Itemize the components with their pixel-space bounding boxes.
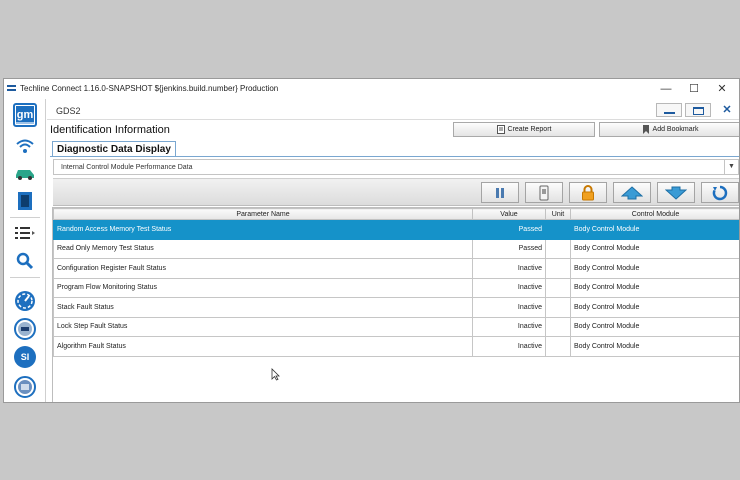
title-bar: Techline Connect 1.16.0-SNAPSHOT ${jenki…: [4, 79, 739, 99]
maximize-button[interactable]: ☐: [681, 82, 707, 96]
table-row[interactable]: Lock Step Fault Status Inactive Body Con…: [53, 316, 739, 337]
table-row[interactable]: Random Access Memory Test Status Passed …: [53, 219, 739, 240]
gauge-icon[interactable]: [11, 289, 39, 313]
column-header-control-module[interactable]: Control Module: [570, 208, 739, 220]
main-panel: GDS2 ✕ Identification Information Create…: [47, 99, 739, 402]
app-minimize-button[interactable]: [656, 103, 682, 117]
create-report-button[interactable]: Create Report: [453, 122, 595, 137]
page-title: Identification Information: [50, 124, 170, 136]
bookmark-icon: [642, 125, 649, 134]
unit-cell: [545, 277, 571, 298]
unit-cell: [545, 258, 571, 279]
control-module-cell: Body Control Module: [570, 258, 739, 279]
add-bookmark-button[interactable]: Add Bookmark: [599, 122, 739, 137]
app-window: Techline Connect 1.16.0-SNAPSHOT ${jenki…: [3, 78, 740, 403]
value-cell: Inactive: [472, 316, 546, 337]
si-icon[interactable]: SI: [11, 345, 39, 369]
control-module-cell: Body Control Module: [570, 336, 739, 357]
sidebar: gm SI: [4, 99, 46, 402]
scroll-up-button[interactable]: [613, 182, 651, 203]
add-bookmark-label: Add Bookmark: [652, 126, 699, 133]
parameter-name-cell: Read Only Memory Test Status: [53, 238, 473, 259]
tool-icon[interactable]: [11, 375, 39, 399]
wifi-icon[interactable]: [11, 134, 39, 158]
table-header-row: Parameter Name Value Unit Control Module: [53, 208, 739, 220]
mouse-cursor-icon: [271, 368, 280, 381]
gm-logo-text: gm: [16, 106, 34, 124]
app-maximize-button[interactable]: [685, 103, 711, 117]
minimize-button[interactable]: —: [653, 82, 679, 96]
gds-icon[interactable]: [11, 317, 39, 341]
control-module-cell: Body Control Module: [570, 238, 739, 259]
control-module-cell: Body Control Module: [570, 277, 739, 298]
vehicle-icon[interactable]: [11, 161, 39, 185]
table-row[interactable]: Configuration Register Fault Status Inac…: [53, 258, 739, 279]
record-icon: [539, 185, 549, 200]
data-toolbar: [53, 178, 739, 206]
arrow-down-icon: [665, 186, 687, 200]
report-icon: [496, 125, 505, 134]
parameter-name-cell: Stack Fault Status: [53, 297, 473, 318]
app-title: GDS2: [56, 106, 81, 116]
column-header-parameter-name[interactable]: Parameter Name: [53, 208, 473, 220]
control-module-cell: Body Control Module: [570, 297, 739, 318]
unit-cell: [545, 316, 571, 337]
data-list-dropdown[interactable]: Internal Control Module Performance Data…: [53, 159, 739, 175]
sidebar-divider: [10, 277, 40, 278]
table-row[interactable]: Stack Fault Status Inactive Body Control…: [53, 297, 739, 318]
lock-icon: [582, 184, 594, 200]
parameter-name-cell: Lock Step Fault Status: [53, 316, 473, 337]
unit-cell: [545, 238, 571, 259]
refresh-button[interactable]: [701, 182, 739, 203]
parameter-name-cell: Configuration Register Fault Status: [53, 258, 473, 279]
control-module-cell: Body Control Module: [570, 219, 739, 240]
table-row[interactable]: Algorithm Fault Status Inactive Body Con…: [53, 336, 739, 357]
minimize-icon: [664, 112, 675, 114]
unit-cell: [545, 297, 571, 318]
pause-icon: [496, 187, 504, 198]
table-row[interactable]: Program Flow Monitoring Status Inactive …: [53, 277, 739, 298]
tab-diagnostic-data-display[interactable]: Diagnostic Data Display: [52, 141, 176, 157]
value-cell: Passed: [472, 219, 546, 240]
value-cell: Passed: [472, 238, 546, 259]
refresh-icon: [712, 185, 728, 200]
parameter-name-cell: Algorithm Fault Status: [53, 336, 473, 357]
lock-button[interactable]: [569, 182, 607, 203]
unit-cell: [545, 219, 571, 240]
tab-underline: [50, 156, 739, 157]
parameter-name-cell: Random Access Memory Test Status: [53, 219, 473, 240]
create-report-label: Create Report: [507, 126, 552, 133]
value-cell: Inactive: [472, 336, 546, 357]
record-button[interactable]: [525, 182, 563, 203]
table-row[interactable]: Read Only Memory Test Status Passed Body…: [53, 238, 739, 259]
chevron-down-icon[interactable]: ▼: [724, 160, 738, 174]
value-cell: Inactive: [472, 297, 546, 318]
window-title: Techline Connect 1.16.0-SNAPSHOT ${jenki…: [20, 84, 279, 93]
column-header-unit[interactable]: Unit: [545, 208, 571, 220]
maximize-icon: [693, 107, 704, 115]
dropdown-value: Internal Control Module Performance Data: [61, 164, 193, 171]
app-icon: [7, 85, 16, 91]
list-menu-icon[interactable]: [11, 221, 39, 245]
arrow-up-icon: [621, 185, 643, 199]
gm-logo-icon[interactable]: gm: [11, 103, 39, 127]
value-cell: Inactive: [472, 277, 546, 298]
app-close-button[interactable]: ✕: [714, 103, 739, 117]
unit-cell: [545, 336, 571, 357]
parameter-name-cell: Program Flow Monitoring Status: [53, 277, 473, 298]
sidebar-divider: [10, 217, 40, 218]
close-button[interactable]: ✕: [709, 82, 735, 96]
pause-button[interactable]: [481, 182, 519, 203]
value-cell: Inactive: [472, 258, 546, 279]
header-divider: [47, 119, 739, 120]
column-header-value[interactable]: Value: [472, 208, 546, 220]
scroll-down-button[interactable]: [657, 182, 695, 203]
si-label: SI: [14, 346, 36, 368]
search-icon[interactable]: [11, 249, 39, 273]
parameter-table: Parameter Name Value Unit Control Module…: [53, 208, 739, 357]
control-module-cell: Body Control Module: [570, 316, 739, 337]
module-icon[interactable]: [11, 189, 39, 213]
